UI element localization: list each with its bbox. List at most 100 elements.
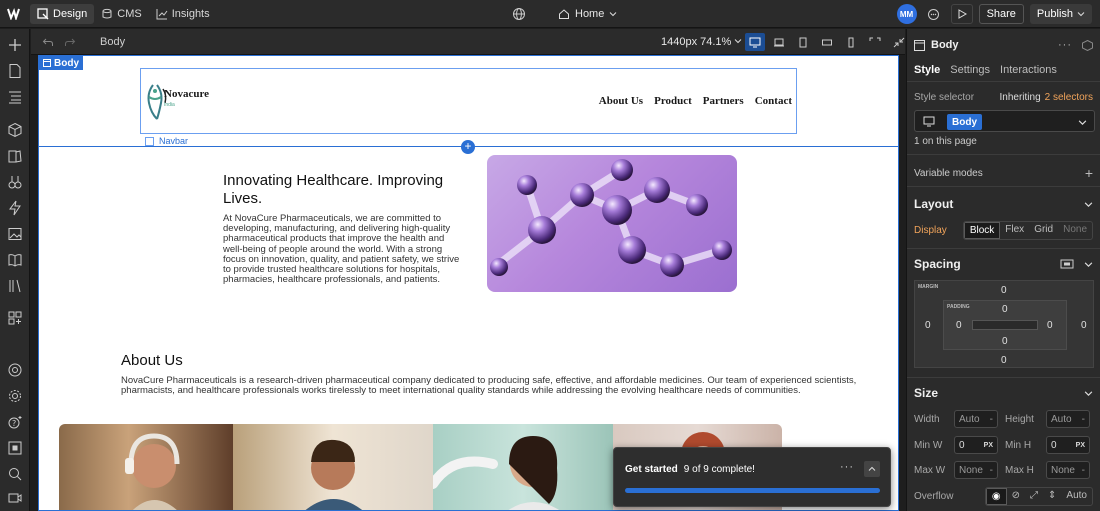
undo-icon[interactable]: [42, 36, 54, 48]
page-switcher[interactable]: Home: [558, 5, 617, 23]
stop-square-icon[interactable]: [7, 440, 23, 456]
chevron-down-icon[interactable]: [1084, 260, 1093, 269]
add-variable-mode-icon[interactable]: +: [1085, 165, 1093, 181]
chevron-down-icon[interactable]: [1084, 389, 1093, 398]
width-field[interactable]: Auto -: [954, 410, 998, 428]
toast-more-icon[interactable]: ···: [840, 461, 854, 473]
desktop-breakpoint-icon[interactable]: [745, 33, 765, 51]
add-section-button[interactable]: +: [461, 140, 475, 154]
display-none-option[interactable]: None: [1058, 222, 1092, 239]
cms-book-icon[interactable]: [7, 252, 23, 268]
expand-icon[interactable]: [865, 33, 885, 51]
mobile-landscape-breakpoint-icon[interactable]: [817, 33, 837, 51]
about-body[interactable]: NovaCure Pharmaceuticals is a research-d…: [121, 375, 861, 396]
margin-right-value[interactable]: 0: [1081, 320, 1087, 331]
height-field[interactable]: Auto -: [1046, 410, 1090, 428]
comments-icon[interactable]: [923, 4, 945, 24]
margin-left-value[interactable]: 0: [925, 320, 931, 331]
audit-bars-icon[interactable]: [7, 278, 23, 294]
min-height-field[interactable]: 0 PX: [1046, 436, 1090, 454]
add-icon[interactable]: [7, 37, 23, 53]
nav-link-partners[interactable]: Partners: [703, 95, 744, 107]
about-title[interactable]: About Us: [121, 352, 183, 369]
design-mode-button[interactable]: Design: [30, 3, 95, 24]
overflow-auto-option[interactable]: Auto: [1061, 488, 1092, 505]
apps-grid-icon[interactable]: [7, 310, 23, 326]
localization-icon[interactable]: [7, 362, 23, 378]
publish-button[interactable]: Publish: [1029, 4, 1092, 24]
globe-icon[interactable]: [511, 6, 527, 22]
search-icon[interactable]: [7, 466, 23, 482]
inheriting-count[interactable]: 2 selectors: [1045, 92, 1093, 103]
overflow-hidden-icon[interactable]: ⊘: [1007, 488, 1025, 505]
design-canvas[interactable]: Novacure India About Us Product Partners…: [39, 56, 898, 511]
interactions-bolt-icon[interactable]: [7, 200, 23, 216]
navigator-icon[interactable]: [7, 89, 23, 105]
tab-style[interactable]: Style: [914, 64, 940, 76]
redo-icon[interactable]: [64, 36, 76, 48]
padding-bottom-value[interactable]: 0: [1002, 336, 1008, 347]
cms-mode-button[interactable]: CMS: [94, 4, 148, 24]
breakpoint-zoom[interactable]: 1440px 74.1%: [661, 36, 742, 48]
overflow-clip-icon[interactable]: ⇕: [1043, 488, 1061, 505]
navbar[interactable]: Novacure India About Us Product Partners…: [140, 68, 797, 134]
share-button[interactable]: Share: [978, 4, 1024, 24]
cube-icon[interactable]: [1082, 39, 1093, 51]
nav-link-product[interactable]: Product: [654, 95, 692, 107]
margin-box[interactable]: MARGIN 0 0 0 0 PADDING 0 0 0 0: [914, 280, 1094, 368]
spacing-preset-icon[interactable]: [1060, 259, 1074, 269]
min-height-unit[interactable]: PX: [1076, 442, 1085, 449]
chevron-down-icon[interactable]: [1084, 200, 1093, 209]
help-ai-icon[interactable]: ?: [7, 414, 23, 430]
padding-left-value[interactable]: 0: [956, 320, 962, 331]
margin-bottom-value[interactable]: 0: [1001, 355, 1007, 366]
padding-right-value[interactable]: 0: [1047, 320, 1053, 331]
display-flex-option[interactable]: Flex: [1000, 222, 1029, 239]
hero-molecule-image[interactable]: [487, 155, 737, 292]
overflow-scroll-icon[interactable]: ⤢: [1025, 488, 1043, 505]
toast-collapse-icon[interactable]: [864, 461, 880, 477]
tab-interactions[interactable]: Interactions: [1000, 64, 1057, 76]
nav-link-contact[interactable]: Contact: [755, 95, 792, 107]
display-block-option[interactable]: Block: [963, 222, 1001, 239]
min-width-field[interactable]: 0 PX: [954, 436, 998, 454]
assets-image-icon[interactable]: [7, 226, 23, 242]
components-icon[interactable]: [7, 122, 23, 138]
max-height-field[interactable]: None -: [1046, 461, 1090, 479]
navbar-element-label[interactable]: Navbar: [145, 136, 188, 146]
selector-input[interactable]: Body: [914, 110, 1095, 132]
tablet-breakpoint-icon[interactable]: [793, 33, 813, 51]
min-width-value: 0: [959, 439, 965, 451]
max-width-field[interactable]: None -: [954, 461, 998, 479]
mobile-portrait-breakpoint-icon[interactable]: [841, 33, 861, 51]
body-selection-tag[interactable]: Body: [39, 56, 83, 70]
nav-link-about[interactable]: About Us: [599, 95, 643, 107]
breadcrumb[interactable]: Body: [100, 36, 125, 48]
insights-mode-button[interactable]: Insights: [149, 4, 217, 24]
libraries-icon[interactable]: [7, 148, 23, 164]
divider: [907, 186, 1100, 187]
tab-settings[interactable]: Settings: [950, 64, 990, 76]
chevron-down-icon[interactable]: [1078, 118, 1087, 127]
video-icon[interactable]: [7, 490, 23, 506]
pages-icon[interactable]: [7, 63, 23, 79]
more-options-icon[interactable]: ···: [1058, 39, 1072, 51]
hero-body[interactable]: At NovaCure Pharmaceuticals, we are comm…: [223, 213, 463, 285]
padding-top-value[interactable]: 0: [1002, 304, 1008, 315]
laptop-breakpoint-icon[interactable]: [769, 33, 789, 51]
left-toolbar: ?: [0, 29, 30, 511]
preview-play-icon[interactable]: [950, 4, 973, 24]
variables-icon[interactable]: [7, 174, 23, 190]
panel-tabs: Style Settings Interactions: [914, 64, 1093, 76]
hero-title[interactable]: Innovating Healthcare. Improving Lives.: [223, 172, 463, 208]
min-width-unit[interactable]: PX: [984, 442, 993, 449]
display-grid-option[interactable]: Grid: [1029, 222, 1058, 239]
webflow-logo-icon[interactable]: [0, 0, 30, 28]
settings-gear-icon[interactable]: [7, 388, 23, 404]
get-started-toast[interactable]: Get started 9 of 9 complete! ···: [613, 447, 891, 507]
overflow-visible-icon[interactable]: ◉: [985, 488, 1007, 505]
padding-box[interactable]: PADDING 0 0 0 0: [943, 300, 1067, 350]
margin-top-value[interactable]: 0: [1001, 285, 1007, 296]
user-avatar[interactable]: MM: [896, 4, 917, 24]
selector-chip-body[interactable]: Body: [947, 114, 982, 130]
